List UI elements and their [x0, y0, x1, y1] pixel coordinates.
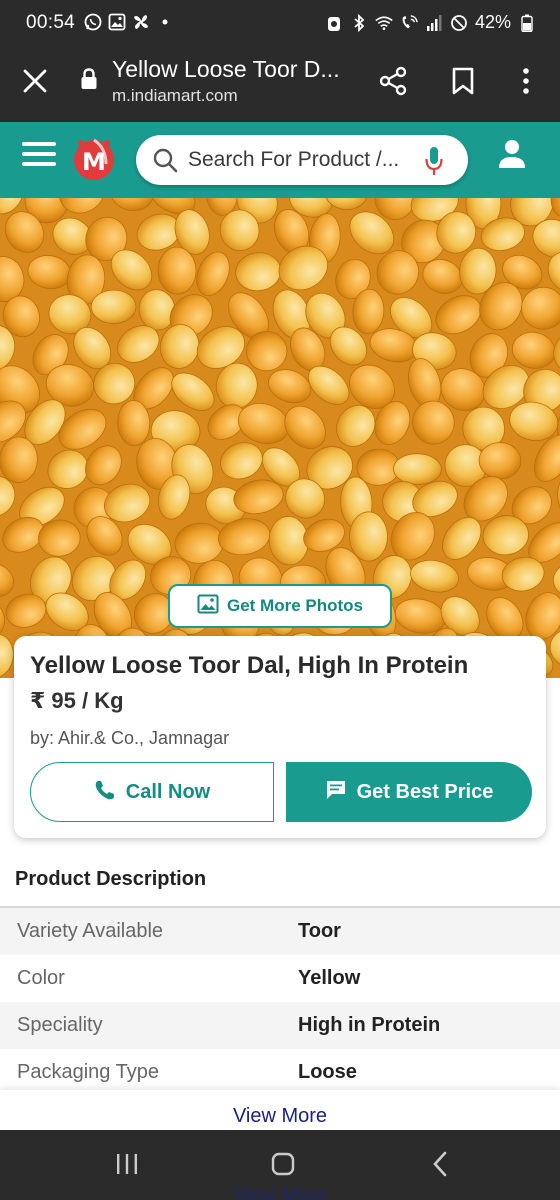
- wifi-call-icon: [400, 14, 418, 32]
- image-icon: [197, 594, 219, 619]
- get-more-photos-button[interactable]: Get More Photos: [168, 584, 392, 628]
- lentil-grain: [90, 289, 137, 324]
- search-icon[interactable]: [152, 147, 178, 173]
- call-now-button[interactable]: Call Now: [30, 762, 274, 822]
- search-bar[interactable]: Search For Product /...: [136, 135, 468, 185]
- spec-table: Variety Available Toor Color Yellow Spec…: [0, 908, 560, 1096]
- more-vert-icon[interactable]: [520, 66, 532, 96]
- whatsapp-icon: [84, 13, 102, 31]
- spec-row: Packaging Type Loose: [0, 1049, 560, 1096]
- bookmark-icon[interactable]: [450, 66, 476, 96]
- status-bar: 00:54 42%: [0, 0, 560, 48]
- lock-icon[interactable]: [80, 68, 98, 90]
- spec-value: Yellow: [298, 967, 361, 989]
- indiamart-logo[interactable]: M: [70, 134, 118, 182]
- hamburger-icon[interactable]: [22, 142, 56, 168]
- spec-value: High in Protein: [298, 1014, 441, 1036]
- back-icon[interactable]: [430, 1150, 450, 1178]
- get-best-price-button[interactable]: Get Best Price: [286, 762, 532, 822]
- home-icon[interactable]: [270, 1150, 296, 1178]
- status-system-icons: 42%: [325, 12, 536, 33]
- spec-row: Variety Available Toor: [0, 908, 560, 955]
- call-now-label: Call Now: [125, 780, 211, 803]
- spec-value: Loose: [298, 1061, 357, 1083]
- bluetooth-icon: [350, 13, 368, 32]
- message-icon: [325, 779, 347, 806]
- product-description-heading: Product Description: [15, 868, 207, 890]
- fan-icon: [132, 13, 150, 31]
- spec-key: Color: [17, 967, 65, 989]
- seller-name[interactable]: by: Ahir.& Co., Jamnagar: [30, 728, 229, 749]
- dot-icon: [156, 13, 174, 31]
- search-input[interactable]: Search For Product /...: [188, 148, 399, 172]
- user-icon[interactable]: [496, 138, 528, 172]
- spec-row: Color Yellow: [0, 955, 560, 1002]
- product-price: ₹ 95 / Kg: [30, 688, 124, 713]
- get-more-photos-label: Get More Photos: [226, 596, 363, 615]
- battery-percent: 42%: [474, 12, 511, 32]
- status-notification-icons: [84, 13, 174, 31]
- alarm-icon: [325, 14, 343, 32]
- view-more-link[interactable]: View More: [0, 1105, 560, 1128]
- lentil-grain: [349, 511, 388, 562]
- view-more-overflow-text: View More: [232, 1184, 328, 1200]
- spec-key: Variety Available: [17, 920, 164, 942]
- lentil-grain: [393, 453, 442, 485]
- app-header: M Search For Product /...: [0, 122, 560, 198]
- close-icon[interactable]: [22, 68, 48, 94]
- phone-icon: [94, 779, 116, 806]
- get-best-price-label: Get Best Price: [356, 780, 494, 803]
- gallery-icon: [108, 13, 126, 31]
- browser-toolbar: Yellow Loose Toor D... m.indiamart.com: [0, 48, 560, 122]
- recent-apps-icon[interactable]: [114, 1152, 140, 1176]
- signal-icon: [425, 14, 443, 32]
- spec-key: Packaging Type: [17, 1061, 159, 1083]
- mic-icon[interactable]: [424, 145, 444, 177]
- status-time: 00:54: [26, 12, 76, 33]
- share-icon[interactable]: [378, 66, 408, 96]
- battery-icon: [518, 14, 536, 32]
- product-title: Yellow Loose Toor Dal, High In Protein: [30, 652, 469, 679]
- wifi-icon: [375, 14, 393, 32]
- spec-value: Toor: [298, 920, 341, 942]
- svg-text:M: M: [82, 148, 106, 176]
- page-title[interactable]: Yellow Loose Toor D...: [112, 56, 340, 83]
- do-not-disturb-icon: [450, 14, 468, 32]
- spec-key: Speciality: [17, 1014, 103, 1036]
- app-root: 00:54 42% Yellow Loose Toor D... m.india…: [0, 0, 560, 1200]
- page-url[interactable]: m.indiamart.com: [112, 86, 238, 106]
- spec-row: Speciality High in Protein: [0, 1002, 560, 1049]
- product-card: Yellow Loose Toor Dal, High In Protein ₹…: [14, 636, 546, 838]
